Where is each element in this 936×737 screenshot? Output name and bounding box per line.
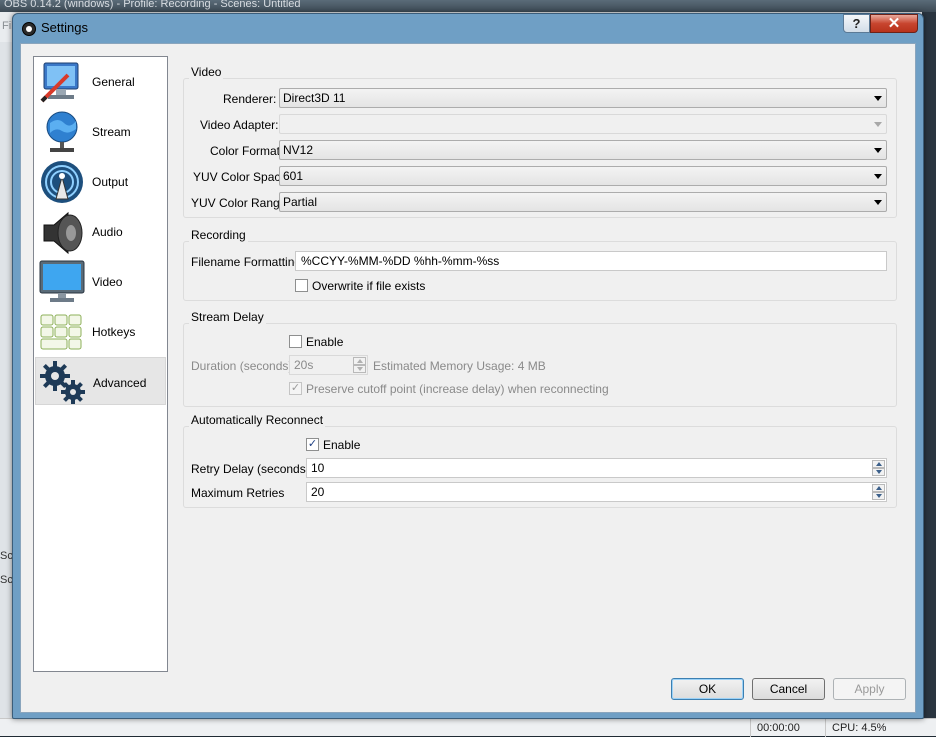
- renderer-select[interactable]: Direct3D 11: [279, 88, 887, 108]
- chevron-down-icon: [874, 96, 882, 101]
- nav-label-audio: Audio: [92, 225, 123, 239]
- color-format-label: Color Format: [210, 144, 281, 158]
- filename-formatting-label: Filename Formatting: [191, 255, 302, 269]
- obs-logo-icon: [22, 22, 36, 36]
- status-cpu: CPU: 4.5%: [825, 719, 936, 737]
- gears-icon: [40, 361, 85, 404]
- scenes-label-fragment: Sc: [0, 550, 13, 562]
- nav-label-video: Video: [92, 275, 123, 289]
- recording-group: [183, 241, 897, 301]
- video-adapter-select[interactable]: [279, 114, 887, 134]
- retry-delay-spinbox[interactable]: 10: [306, 458, 887, 478]
- nav-item-video[interactable]: Video: [35, 257, 166, 305]
- retry-delay-value: 10: [311, 461, 325, 475]
- main-window-title: OBS 0.14.2 (windows) - Profile: Recordin…: [4, 0, 301, 10]
- chevron-down-icon: [874, 174, 882, 179]
- chevron-down-icon: [874, 148, 882, 153]
- max-retries-value: 20: [311, 485, 325, 499]
- color-range-label: YUV Color Range: [191, 196, 287, 210]
- spin-arrows-icon[interactable]: [872, 484, 885, 500]
- renderer-value: Direct3D 11: [283, 91, 346, 105]
- reconnect-group-title: Automatically Reconnect: [189, 413, 326, 427]
- nav-label-output: Output: [92, 175, 129, 189]
- retry-delay-label: Retry Delay (seconds): [191, 462, 310, 476]
- duration-spinbox[interactable]: 20s: [289, 355, 368, 375]
- color-space-select[interactable]: 601: [279, 166, 887, 186]
- monitor-pen-icon: [40, 62, 79, 103]
- nav-item-output[interactable]: Output: [35, 157, 166, 205]
- color-format-select[interactable]: NV12: [279, 140, 887, 160]
- chevron-down-icon: [874, 200, 882, 205]
- speaker-icon: [43, 211, 83, 255]
- filename-formatting-value: %CCYY-%MM-%DD %hh-%mm-%ss: [301, 254, 500, 268]
- settings-client-area: General Stream Output Audio Video Hotkey…: [20, 43, 916, 713]
- nav-label-general: General: [92, 75, 135, 89]
- max-retries-spinbox[interactable]: 20: [306, 482, 887, 502]
- close-button[interactable]: ✕: [870, 14, 918, 33]
- help-button[interactable]: ?: [843, 14, 870, 33]
- nav-item-stream[interactable]: Stream: [35, 107, 166, 155]
- cancel-button[interactable]: Cancel: [752, 678, 825, 700]
- settings-dialog: Settings ? ✕ General Stream Output Audio…: [12, 13, 924, 719]
- preserve-cutoff-label: Preserve cutoff point (increase delay) w…: [306, 382, 609, 396]
- overwrite-label: Overwrite if file exists: [312, 279, 426, 293]
- filename-formatting-input[interactable]: %CCYY-%MM-%DD %hh-%mm-%ss: [295, 251, 887, 271]
- display-icon: [39, 260, 85, 302]
- nav-item-general[interactable]: General: [35, 57, 166, 105]
- spin-arrows-icon[interactable]: [353, 357, 366, 373]
- color-space-label: YUV Color Space: [193, 170, 288, 184]
- stream-delay-group-title: Stream Delay: [189, 310, 266, 324]
- color-range-value: Partial: [283, 195, 318, 209]
- ok-button[interactable]: OK: [671, 678, 744, 700]
- reconnect-enable-label: Enable: [323, 438, 361, 452]
- reconnect-enable-checkbox[interactable]: ✓: [306, 438, 319, 451]
- max-retries-label: Maximum Retries: [191, 486, 285, 500]
- check-mark-icon: ✓: [290, 382, 301, 394]
- nav-item-advanced[interactable]: Advanced: [35, 357, 166, 405]
- globe-icon: [46, 111, 78, 152]
- settings-nav-list: General Stream Output Audio Video Hotkey…: [33, 56, 168, 672]
- chevron-down-icon: [874, 122, 882, 127]
- nav-label-stream: Stream: [92, 125, 131, 139]
- dialog-title: Settings: [41, 20, 88, 35]
- color-format-value: NV12: [283, 143, 314, 157]
- nav-label-advanced: Advanced: [93, 376, 147, 390]
- memory-usage-label: Estimated Memory Usage: 4 MB: [373, 359, 546, 373]
- status-time: 00:00:00: [750, 719, 824, 737]
- nav-item-hotkeys[interactable]: Hotkeys: [35, 307, 166, 355]
- broadcast-icon: [41, 161, 83, 203]
- color-space-value: 601: [283, 169, 304, 183]
- main-statusbar: 00:00:00 CPU: 4.5%: [0, 718, 936, 737]
- overwrite-checkbox[interactable]: [295, 279, 308, 292]
- duration-value: 20s: [294, 358, 314, 372]
- recording-group-title: Recording: [189, 228, 248, 242]
- nav-item-audio[interactable]: Audio: [35, 207, 166, 255]
- apply-button[interactable]: Apply: [833, 678, 906, 700]
- video-adapter-label: Video Adapter:: [200, 118, 279, 132]
- check-mark-icon: ✓: [307, 438, 318, 450]
- stream-delay-enable-label: Enable: [306, 335, 344, 349]
- keyboard-icon: [40, 314, 82, 350]
- renderer-label: Renderer:: [223, 92, 277, 106]
- sources-label-fragment: Sc: [0, 574, 13, 586]
- nav-label-hotkeys: Hotkeys: [92, 325, 136, 339]
- main-window-titlebar: OBS 0.14.2 (windows) - Profile: Recordin…: [0, 0, 936, 12]
- stream-delay-enable-checkbox[interactable]: [289, 335, 302, 348]
- spin-arrows-icon[interactable]: [872, 460, 885, 476]
- preserve-cutoff-checkbox[interactable]: ✓: [289, 382, 302, 395]
- main-right-edge: [922, 12, 936, 718]
- video-group-title: Video: [189, 65, 224, 79]
- duration-label: Duration (seconds): [191, 359, 293, 373]
- color-range-select[interactable]: Partial: [279, 192, 887, 212]
